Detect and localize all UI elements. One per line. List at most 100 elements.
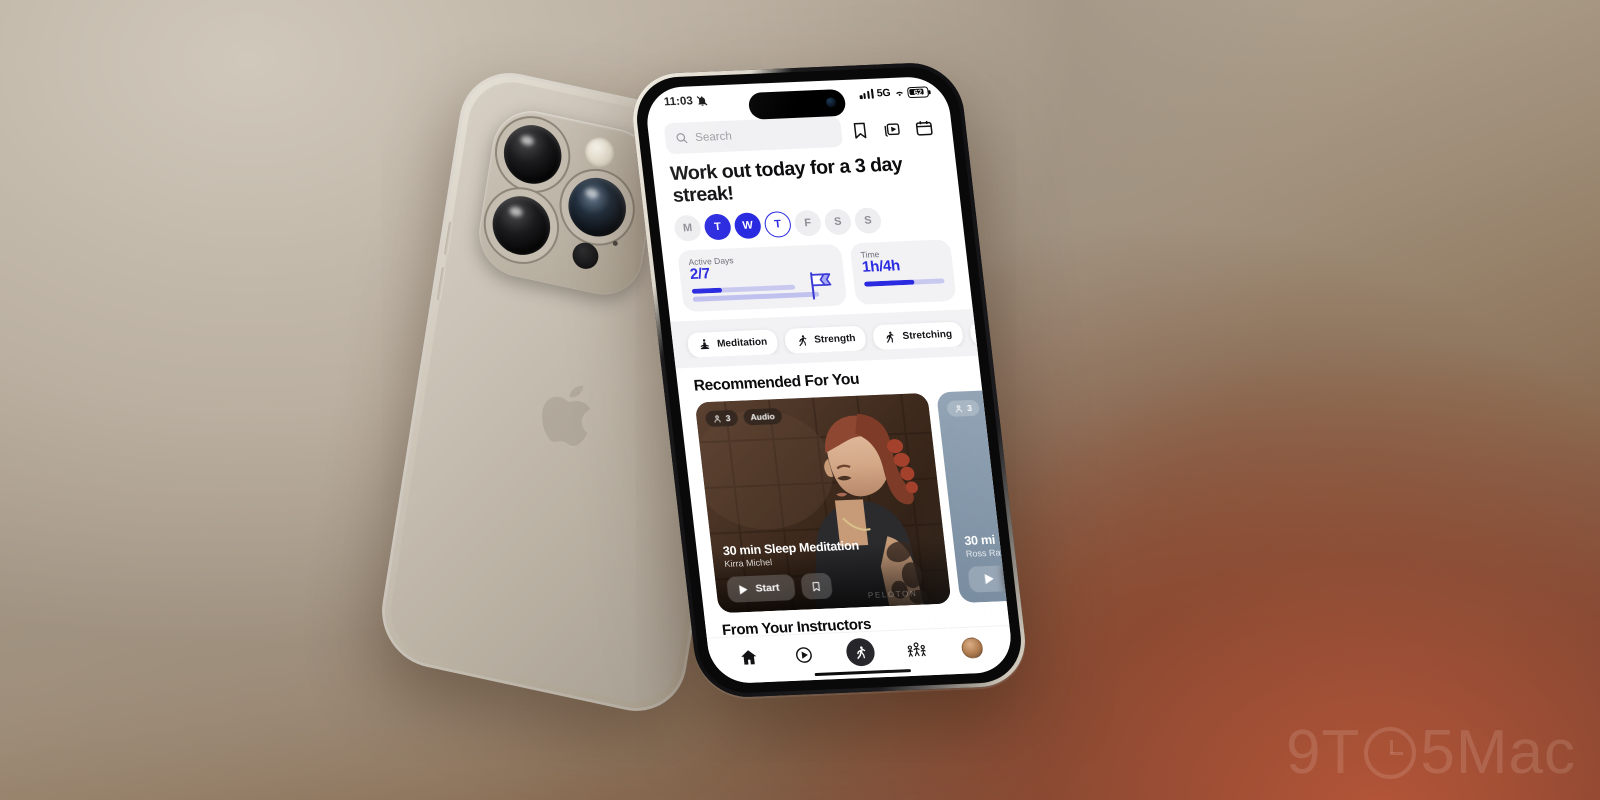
day-chip-tue[interactable]: T — [703, 213, 733, 241]
camera-flash-icon — [582, 134, 617, 171]
day-label: S — [863, 214, 873, 228]
front-camera-icon — [825, 97, 837, 108]
recommended-card-row[interactable]: PELOTON 3 Audio 30 min Sleep Meditation … — [679, 384, 1007, 614]
microphone-dot — [612, 240, 619, 247]
people-icon — [714, 415, 721, 423]
scene-root: 11:03 5G 62 Search Work out today for a … — [0, 0, 1600, 800]
lidar-sensor — [570, 240, 601, 272]
badge-audio-tag: Audio — [742, 408, 783, 426]
bookmark-icon — [812, 581, 821, 592]
category-chip-row[interactable]: Meditation Strength Stretching — [670, 310, 978, 359]
dynamic-island[interactable] — [747, 88, 847, 120]
card-badge-group-secondary: 3 — [946, 400, 980, 418]
people-group-icon — [907, 642, 926, 657]
progress-track — [863, 278, 945, 288]
play-circle-icon — [796, 646, 813, 663]
recommended-card-primary[interactable]: PELOTON 3 Audio 30 min Sleep Meditation … — [694, 393, 952, 614]
watermark: 9T 5Mac — [1286, 717, 1576, 788]
card-body-secondary: 30 mi Ross Ra — [963, 532, 1007, 594]
status-bar-right: 5G 62 — [859, 85, 930, 100]
start-label: Start — [754, 582, 781, 596]
clock-icon — [1364, 726, 1417, 779]
card-body: 30 min Sleep Meditation Kirra Michel Sta… — [722, 536, 939, 604]
watermark-part-1: 9T — [1286, 718, 1361, 787]
meditation-icon — [700, 339, 710, 350]
app-screen: 11:03 5G 62 Search Work out today for a … — [643, 75, 1015, 685]
camera-lens-ultrawide — [488, 190, 555, 261]
stat-card-time[interactable]: Time 1h/4h — [849, 239, 957, 306]
flag-icon — [810, 272, 832, 301]
day-label: F — [803, 217, 812, 230]
day-label: T — [713, 221, 722, 234]
day-chip-wed[interactable]: W — [733, 212, 763, 240]
stat-card-active-days[interactable]: Active Days 2/7 — [677, 244, 848, 313]
people-count-label: 3 — [966, 403, 973, 414]
calendar-icon[interactable] — [914, 118, 935, 138]
card-action-row-secondary — [967, 565, 1007, 594]
header-icon-group — [849, 118, 936, 140]
category-chip-stretching[interactable]: Stretching — [872, 322, 964, 351]
stretching-icon — [886, 332, 894, 344]
progress-fill — [691, 288, 723, 295]
category-chip-strength[interactable]: Strength — [783, 326, 868, 355]
avatar — [960, 636, 984, 659]
video-library-icon[interactable] — [881, 119, 902, 139]
play-button[interactable] — [967, 565, 1007, 594]
tab-classes[interactable] — [790, 641, 819, 668]
day-label: M — [682, 222, 693, 235]
bell-slash-icon — [696, 96, 708, 106]
status-time: 11:03 — [663, 95, 694, 109]
day-chip-thu-today[interactable]: T — [763, 211, 793, 239]
home-icon — [741, 649, 757, 665]
day-chip-sat[interactable]: S — [823, 208, 853, 236]
audio-tag-label: Audio — [749, 411, 776, 423]
bookmark-icon[interactable] — [849, 121, 870, 141]
chip-label: Stretching — [902, 329, 953, 343]
chip-label: Strength — [813, 333, 857, 347]
battery-icon: 62 — [906, 85, 930, 98]
progress-track-secondary — [692, 292, 820, 303]
search-icon — [676, 133, 688, 144]
day-chip-fri[interactable]: F — [793, 210, 823, 238]
strength-icon — [799, 335, 807, 347]
camera-lens-wide — [499, 119, 566, 190]
phone-frame: 11:03 5G 62 Search Work out today for a … — [627, 61, 1031, 699]
running-icon — [857, 645, 866, 659]
card-title: 30 mi — [963, 533, 996, 549]
status-bar-left: 11:03 — [663, 95, 708, 109]
chip-label: Meditation — [716, 337, 768, 351]
apple-logo-icon — [542, 386, 591, 447]
play-icon — [984, 574, 994, 585]
network-type-label: 5G — [876, 86, 892, 100]
wifi-icon — [895, 91, 903, 96]
watermark-part-2: 5Mac — [1420, 718, 1576, 787]
bookmark-button[interactable] — [800, 573, 834, 601]
category-chip-cycling[interactable]: Cycling — [968, 318, 978, 347]
day-chip-sun[interactable]: S — [853, 207, 883, 235]
stat-value: 1h/4h — [861, 257, 901, 277]
tab-profile[interactable] — [958, 634, 987, 661]
phone-bezel: 11:03 5G 62 Search Work out today for a … — [632, 65, 1026, 695]
cellular-signal-icon — [859, 88, 874, 100]
day-label: S — [833, 216, 843, 229]
tab-workout[interactable] — [844, 637, 877, 667]
tab-home[interactable] — [734, 643, 763, 670]
stats-row: Active Days 2/7 Time 1h/4h — [661, 230, 972, 313]
people-count-label: 3 — [725, 413, 732, 424]
day-chip-mon[interactable]: M — [673, 215, 703, 243]
card-badge-group: 3 Audio — [704, 408, 783, 428]
start-button[interactable]: Start — [726, 574, 797, 604]
camera-lens-telephoto — [564, 172, 631, 243]
battery-percent: 62 — [913, 87, 923, 97]
card-instructor: Ross Ra — [965, 547, 1002, 560]
progress-fill — [863, 280, 915, 288]
category-chip-meditation[interactable]: Meditation — [686, 329, 779, 359]
iphone-front-view: 11:03 5G 62 Search Work out today for a … — [627, 61, 1031, 699]
day-label: W — [741, 219, 754, 233]
tab-community[interactable] — [902, 636, 931, 663]
badge-people-count: 3 — [704, 410, 739, 428]
search-placeholder: Search — [694, 130, 733, 144]
play-icon — [739, 585, 748, 595]
people-icon — [956, 405, 963, 413]
day-label: T — [773, 218, 782, 231]
